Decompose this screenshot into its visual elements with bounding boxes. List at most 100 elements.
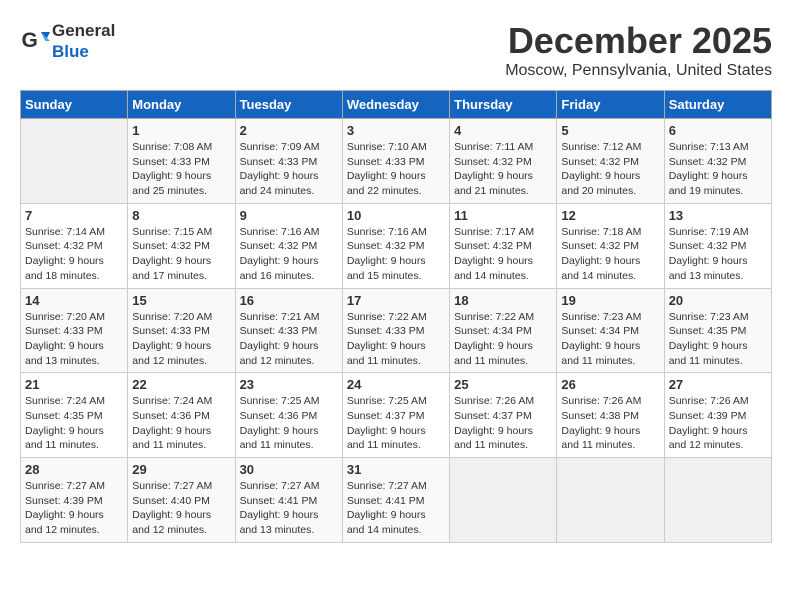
day-info: Sunrise: 7:17 AMSunset: 4:32 PMDaylight:… [454, 225, 552, 284]
calendar-cell: 23 Sunrise: 7:25 AMSunset: 4:36 PMDaylig… [235, 373, 342, 458]
day-info: Sunrise: 7:25 AMSunset: 4:37 PMDaylight:… [347, 394, 445, 453]
day-info: Sunrise: 7:27 AMSunset: 4:41 PMDaylight:… [240, 479, 338, 538]
weekday-header: Tuesday [235, 91, 342, 119]
day-number: 14 [25, 293, 123, 308]
day-number: 21 [25, 377, 123, 392]
calendar-cell: 3 Sunrise: 7:10 AMSunset: 4:33 PMDayligh… [342, 119, 449, 204]
day-number: 13 [669, 208, 767, 223]
calendar-week-row: 14 Sunrise: 7:20 AMSunset: 4:33 PMDaylig… [21, 288, 772, 373]
day-info: Sunrise: 7:27 AMSunset: 4:41 PMDaylight:… [347, 479, 445, 538]
calendar-cell: 10 Sunrise: 7:16 AMSunset: 4:32 PMDaylig… [342, 203, 449, 288]
calendar-cell: 20 Sunrise: 7:23 AMSunset: 4:35 PMDaylig… [664, 288, 771, 373]
logo: G General Blue [20, 20, 115, 62]
day-info: Sunrise: 7:14 AMSunset: 4:32 PMDaylight:… [25, 225, 123, 284]
day-info: Sunrise: 7:20 AMSunset: 4:33 PMDaylight:… [25, 310, 123, 369]
calendar-cell: 21 Sunrise: 7:24 AMSunset: 4:35 PMDaylig… [21, 373, 128, 458]
calendar-cell: 29 Sunrise: 7:27 AMSunset: 4:40 PMDaylig… [128, 458, 235, 543]
day-number: 27 [669, 377, 767, 392]
day-info: Sunrise: 7:15 AMSunset: 4:32 PMDaylight:… [132, 225, 230, 284]
day-number: 22 [132, 377, 230, 392]
calendar-cell: 13 Sunrise: 7:19 AMSunset: 4:32 PMDaylig… [664, 203, 771, 288]
day-info: Sunrise: 7:23 AMSunset: 4:34 PMDaylight:… [561, 310, 659, 369]
day-info: Sunrise: 7:09 AMSunset: 4:33 PMDaylight:… [240, 140, 338, 199]
day-info: Sunrise: 7:26 AMSunset: 4:38 PMDaylight:… [561, 394, 659, 453]
calendar-cell: 17 Sunrise: 7:22 AMSunset: 4:33 PMDaylig… [342, 288, 449, 373]
calendar-cell: 9 Sunrise: 7:16 AMSunset: 4:32 PMDayligh… [235, 203, 342, 288]
day-number: 20 [669, 293, 767, 308]
calendar-table: SundayMondayTuesdayWednesdayThursdayFrid… [20, 90, 772, 543]
day-number: 1 [132, 123, 230, 138]
calendar-cell: 14 Sunrise: 7:20 AMSunset: 4:33 PMDaylig… [21, 288, 128, 373]
day-number: 30 [240, 462, 338, 477]
day-number: 10 [347, 208, 445, 223]
location: Moscow, Pennsylvania, United States [505, 62, 772, 80]
day-number: 18 [454, 293, 552, 308]
day-info: Sunrise: 7:19 AMSunset: 4:32 PMDaylight:… [669, 225, 767, 284]
calendar-cell [21, 119, 128, 204]
day-info: Sunrise: 7:21 AMSunset: 4:33 PMDaylight:… [240, 310, 338, 369]
calendar-week-row: 1 Sunrise: 7:08 AMSunset: 4:33 PMDayligh… [21, 119, 772, 204]
logo-icon: G [20, 26, 50, 56]
calendar-cell: 4 Sunrise: 7:11 AMSunset: 4:32 PMDayligh… [450, 119, 557, 204]
day-number: 16 [240, 293, 338, 308]
calendar-cell: 16 Sunrise: 7:21 AMSunset: 4:33 PMDaylig… [235, 288, 342, 373]
calendar-cell: 1 Sunrise: 7:08 AMSunset: 4:33 PMDayligh… [128, 119, 235, 204]
calendar-cell: 19 Sunrise: 7:23 AMSunset: 4:34 PMDaylig… [557, 288, 664, 373]
calendar-cell: 2 Sunrise: 7:09 AMSunset: 4:33 PMDayligh… [235, 119, 342, 204]
day-info: Sunrise: 7:22 AMSunset: 4:33 PMDaylight:… [347, 310, 445, 369]
day-info: Sunrise: 7:12 AMSunset: 4:32 PMDaylight:… [561, 140, 659, 199]
weekday-header: Saturday [664, 91, 771, 119]
calendar-cell: 18 Sunrise: 7:22 AMSunset: 4:34 PMDaylig… [450, 288, 557, 373]
day-number: 11 [454, 208, 552, 223]
day-number: 2 [240, 123, 338, 138]
day-number: 24 [347, 377, 445, 392]
calendar-cell: 27 Sunrise: 7:26 AMSunset: 4:39 PMDaylig… [664, 373, 771, 458]
calendar-cell: 5 Sunrise: 7:12 AMSunset: 4:32 PMDayligh… [557, 119, 664, 204]
page-header: G General Blue December 2025 Moscow, Pen… [20, 20, 772, 80]
weekday-header: Friday [557, 91, 664, 119]
day-info: Sunrise: 7:24 AMSunset: 4:36 PMDaylight:… [132, 394, 230, 453]
day-number: 9 [240, 208, 338, 223]
calendar-cell: 28 Sunrise: 7:27 AMSunset: 4:39 PMDaylig… [21, 458, 128, 543]
weekday-header: Sunday [21, 91, 128, 119]
title-block: December 2025 Moscow, Pennsylvania, Unit… [505, 20, 772, 80]
calendar-cell: 30 Sunrise: 7:27 AMSunset: 4:41 PMDaylig… [235, 458, 342, 543]
weekday-header: Wednesday [342, 91, 449, 119]
day-info: Sunrise: 7:16 AMSunset: 4:32 PMDaylight:… [347, 225, 445, 284]
day-info: Sunrise: 7:22 AMSunset: 4:34 PMDaylight:… [454, 310, 552, 369]
day-info: Sunrise: 7:20 AMSunset: 4:33 PMDaylight:… [132, 310, 230, 369]
day-info: Sunrise: 7:10 AMSunset: 4:33 PMDaylight:… [347, 140, 445, 199]
calendar-cell: 25 Sunrise: 7:26 AMSunset: 4:37 PMDaylig… [450, 373, 557, 458]
day-info: Sunrise: 7:16 AMSunset: 4:32 PMDaylight:… [240, 225, 338, 284]
month-title: December 2025 [505, 20, 772, 62]
day-number: 17 [347, 293, 445, 308]
day-info: Sunrise: 7:26 AMSunset: 4:39 PMDaylight:… [669, 394, 767, 453]
calendar-cell: 7 Sunrise: 7:14 AMSunset: 4:32 PMDayligh… [21, 203, 128, 288]
day-info: Sunrise: 7:27 AMSunset: 4:40 PMDaylight:… [132, 479, 230, 538]
day-number: 26 [561, 377, 659, 392]
calendar-cell: 12 Sunrise: 7:18 AMSunset: 4:32 PMDaylig… [557, 203, 664, 288]
day-number: 12 [561, 208, 659, 223]
logo-general: General [52, 21, 115, 40]
day-info: Sunrise: 7:08 AMSunset: 4:33 PMDaylight:… [132, 140, 230, 199]
calendar-cell [450, 458, 557, 543]
calendar-week-row: 28 Sunrise: 7:27 AMSunset: 4:39 PMDaylig… [21, 458, 772, 543]
logo-blue: Blue [52, 42, 89, 61]
day-info: Sunrise: 7:24 AMSunset: 4:35 PMDaylight:… [25, 394, 123, 453]
day-number: 4 [454, 123, 552, 138]
day-number: 23 [240, 377, 338, 392]
calendar-cell [664, 458, 771, 543]
day-info: Sunrise: 7:18 AMSunset: 4:32 PMDaylight:… [561, 225, 659, 284]
weekday-header: Thursday [450, 91, 557, 119]
calendar-cell: 6 Sunrise: 7:13 AMSunset: 4:32 PMDayligh… [664, 119, 771, 204]
calendar-week-row: 7 Sunrise: 7:14 AMSunset: 4:32 PMDayligh… [21, 203, 772, 288]
day-number: 19 [561, 293, 659, 308]
day-number: 3 [347, 123, 445, 138]
day-number: 25 [454, 377, 552, 392]
day-info: Sunrise: 7:11 AMSunset: 4:32 PMDaylight:… [454, 140, 552, 199]
day-number: 5 [561, 123, 659, 138]
calendar-cell: 22 Sunrise: 7:24 AMSunset: 4:36 PMDaylig… [128, 373, 235, 458]
weekday-header: Monday [128, 91, 235, 119]
day-number: 6 [669, 123, 767, 138]
day-number: 28 [25, 462, 123, 477]
